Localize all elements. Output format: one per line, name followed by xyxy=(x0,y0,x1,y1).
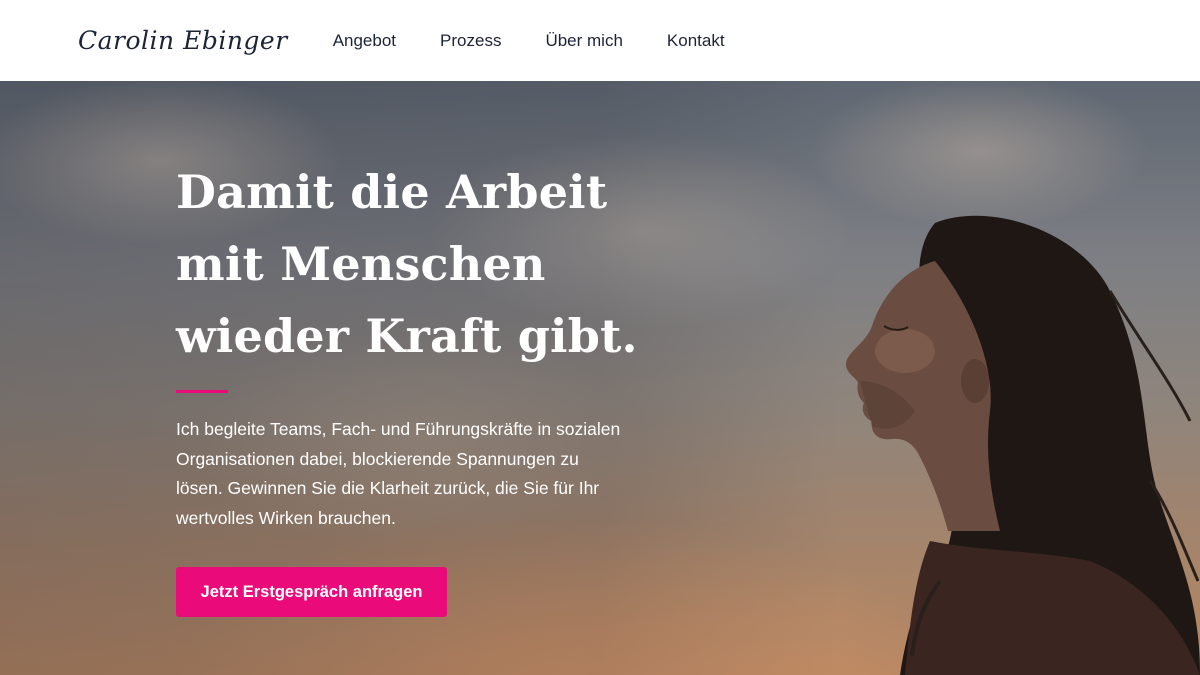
nav-link-prozess[interactable]: Prozess xyxy=(440,31,501,51)
hero-heading-line-2: mit Menschen xyxy=(176,237,546,291)
nav-link-kontakt[interactable]: Kontakt xyxy=(667,31,725,51)
hero-description: Ich begleite Teams, Fach- und Führungskr… xyxy=(176,415,676,533)
cta-button[interactable]: Jetzt Erstgespräch anfragen xyxy=(176,567,447,617)
site-logo[interactable]: Carolin Ebinger xyxy=(78,26,288,55)
hero-section: Damit die Arbeit mit Menschen wieder Kra… xyxy=(0,81,1200,675)
nav-link-ueber-mich[interactable]: Über mich xyxy=(545,31,622,51)
hero-heading-line-3: wieder Kraft gibt. xyxy=(176,309,638,363)
hero-description-line-3: lösen. Gewinnen Sie die Klarheit zurück,… xyxy=(176,478,600,498)
nav-link-angebot[interactable]: Angebot xyxy=(333,31,396,51)
hero-description-line-1: Ich begleite Teams, Fach- und Führungskr… xyxy=(176,419,621,439)
accent-divider xyxy=(176,390,228,393)
hero-description-line-4: wertvolles Wirken brauchen. xyxy=(176,507,396,528)
hero-heading-line-1: Damit die Arbeit xyxy=(176,165,608,219)
hero-description-line-2: Organisationen dabei, blockierende Spann… xyxy=(176,448,579,469)
main-nav: Angebot Prozess Über mich Kontakt xyxy=(333,31,769,51)
site-header: Carolin Ebinger Angebot Prozess Über mic… xyxy=(0,0,1200,81)
hero-content: Damit die Arbeit mit Menschen wieder Kra… xyxy=(176,156,696,617)
hero-heading: Damit die Arbeit mit Menschen wieder Kra… xyxy=(176,156,696,372)
